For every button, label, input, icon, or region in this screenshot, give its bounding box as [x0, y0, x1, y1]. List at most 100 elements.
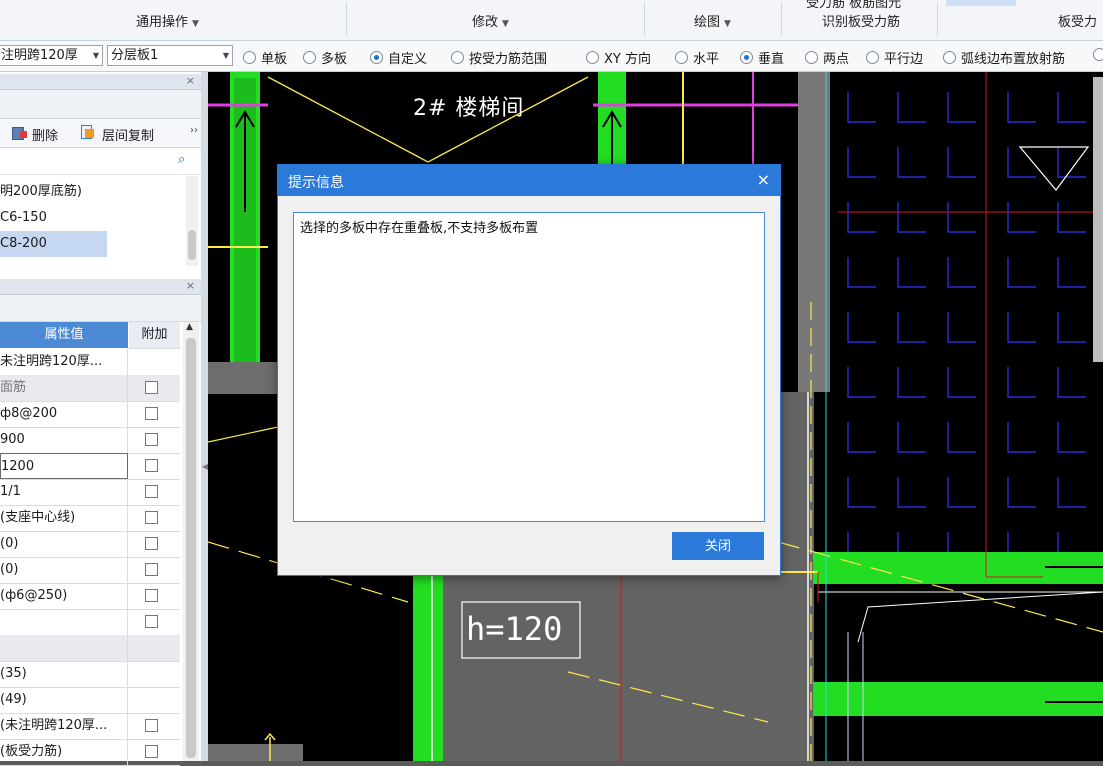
ribbon-group-modify-label: 修改: [472, 15, 499, 30]
property-row[interactable]: 1200: [0, 453, 180, 480]
property-row[interactable]: (支座中心线): [0, 505, 180, 532]
radio-dot-checked: [370, 51, 383, 64]
layer-combo-value: 分层板1: [111, 48, 159, 63]
component-list-item[interactable]: 明200厚底筋): [0, 179, 185, 205]
property-value[interactable]: [0, 635, 128, 661]
component-list-item-selected[interactable]: C8-200: [0, 231, 107, 257]
radio-multi-slab[interactable]: 多板: [303, 48, 347, 67]
search-icon[interactable]: ⌕: [178, 152, 185, 167]
close-icon[interactable]: ×: [186, 74, 195, 87]
component-list-scrollbar[interactable]: [186, 176, 198, 266]
radio-by-rebar-range[interactable]: 按受力筋范围: [451, 48, 547, 67]
property-value[interactable]: (0): [0, 557, 128, 583]
close-icon[interactable]: ×: [757, 170, 770, 189]
property-row[interactable]: [0, 635, 180, 662]
scroll-up-icon[interactable]: ▲: [186, 322, 193, 332]
property-row[interactable]: 面筋: [0, 375, 180, 402]
property-value[interactable]: (35): [0, 661, 128, 687]
ribbon: 通用操作 ▼ 修改 ▼ 绘图 ▼ 受力筋 板筋图元 识别板受力筋 板受力: [0, 0, 1103, 41]
delete-button[interactable]: 删除: [32, 125, 58, 144]
scrollbar-thumb[interactable]: [186, 338, 196, 758]
radio-label: 弧线边布置放射筋: [961, 52, 1066, 67]
extra-checkbox[interactable]: [145, 485, 158, 498]
property-row[interactable]: (ф6@250): [0, 583, 180, 610]
close-icon[interactable]: ×: [186, 279, 195, 292]
radio-label: 多板: [321, 52, 348, 67]
extra-checkbox[interactable]: [145, 745, 158, 758]
property-value[interactable]: 900: [0, 427, 128, 453]
extra-checkbox[interactable]: [145, 511, 158, 524]
property-value[interactable]: (支座中心线): [0, 505, 128, 531]
chevron-down-icon: ▼: [92, 51, 99, 60]
property-row[interactable]: ф8@200: [0, 401, 180, 428]
component-search-row[interactable]: ⌕: [0, 148, 201, 175]
ribbon-group-draw[interactable]: 绘图 ▼: [694, 11, 731, 30]
radio-dot: [943, 51, 956, 64]
property-value[interactable]: 未注明跨120厚...: [0, 349, 128, 375]
floor-combo[interactable]: 注明跨120厚 ▼: [0, 45, 103, 66]
property-row[interactable]: (35): [0, 661, 180, 688]
extra-checkbox[interactable]: [145, 615, 158, 628]
extra-checkbox[interactable]: [145, 537, 158, 550]
radio-arc-radial[interactable]: 弧线边布置放射筋: [943, 48, 1065, 67]
extra-checkbox[interactable]: [145, 381, 158, 394]
property-value[interactable]: (ф6@250): [0, 583, 128, 609]
ribbon-partial-buttons[interactable]: 受力筋 板筋图元: [806, 0, 901, 11]
extra-checkbox[interactable]: [145, 407, 158, 420]
extra-checkbox[interactable]: [145, 563, 158, 576]
panel-splitter[interactable]: ◀: [201, 72, 208, 761]
property-row[interactable]: (未注明跨120厚...: [0, 713, 180, 740]
radio-custom[interactable]: 自定义: [370, 48, 427, 67]
extra-checkbox[interactable]: [145, 589, 158, 602]
property-row[interactable]: 900: [0, 427, 180, 454]
property-row[interactable]: (0): [0, 531, 180, 558]
property-row[interactable]: 未注明跨120厚...: [0, 349, 180, 376]
ribbon-divider: [781, 2, 782, 36]
property-panel-blank-row: [0, 295, 201, 322]
property-scrollbar[interactable]: ▲: [183, 322, 199, 761]
dialog-titlebar[interactable]: 提示信息 ×: [278, 165, 780, 196]
ribbon-group-modify[interactable]: 修改 ▼: [472, 11, 509, 30]
property-value[interactable]: [0, 609, 128, 635]
close-button[interactable]: 关闭: [672, 532, 764, 560]
layer-combo[interactable]: 分层板1 ▼: [107, 45, 233, 66]
property-value[interactable]: ф8@200: [0, 401, 128, 427]
radio-vertical[interactable]: 垂直: [740, 48, 784, 67]
more-button[interactable]: ››: [190, 125, 198, 136]
radio-two-points[interactable]: 两点: [805, 48, 849, 67]
radio-parallel-edge[interactable]: 平行边: [866, 48, 923, 67]
radio-next[interactable]: [1093, 48, 1103, 61]
radio-label: 两点: [823, 52, 850, 67]
property-value[interactable]: 1/1: [0, 479, 128, 505]
component-list-item[interactable]: C6-150: [0, 205, 185, 231]
ribbon-group-recognize[interactable]: 识别板受力筋: [822, 11, 900, 30]
chevron-down-icon: ▼: [192, 19, 199, 29]
floor-copy-button[interactable]: 层间复制: [102, 125, 154, 144]
ribbon-divider: [346, 2, 347, 36]
chevron-down-icon: ▼: [724, 19, 731, 29]
extra-checkbox[interactable]: [145, 459, 158, 472]
property-value[interactable]: (板受力筋): [0, 739, 128, 765]
extra-checkbox[interactable]: [145, 719, 158, 732]
ribbon-group-general[interactable]: 通用操作 ▼: [136, 11, 199, 30]
property-value[interactable]: (0): [0, 531, 128, 557]
property-row[interactable]: 1/1: [0, 479, 180, 506]
dialog-message-box[interactable]: 选择的多板中存在重叠板,不支持多板布置: [293, 212, 765, 522]
scrollbar-thumb[interactable]: [188, 230, 196, 260]
property-row[interactable]: (0): [0, 557, 180, 584]
property-value[interactable]: 1200: [0, 453, 128, 479]
radio-xy-direction[interactable]: XY 方向: [586, 48, 651, 67]
property-row[interactable]: (49): [0, 687, 180, 714]
radio-dot: [675, 51, 688, 64]
property-row[interactable]: (板受力筋): [0, 739, 180, 766]
property-row[interactable]: [0, 609, 180, 636]
property-value[interactable]: 面筋: [0, 375, 128, 401]
property-value[interactable]: (未注明跨120厚...: [0, 713, 128, 739]
property-value[interactable]: (49): [0, 687, 128, 713]
ribbon-group-general-label: 通用操作: [136, 15, 189, 30]
radio-single-slab[interactable]: 单板: [243, 48, 287, 67]
ribbon-group-slab-rebar[interactable]: 板受力: [1058, 11, 1097, 30]
canvas-label-thickness: h=120: [466, 610, 563, 648]
radio-horizontal[interactable]: 水平: [675, 48, 719, 67]
extra-checkbox[interactable]: [145, 433, 158, 446]
